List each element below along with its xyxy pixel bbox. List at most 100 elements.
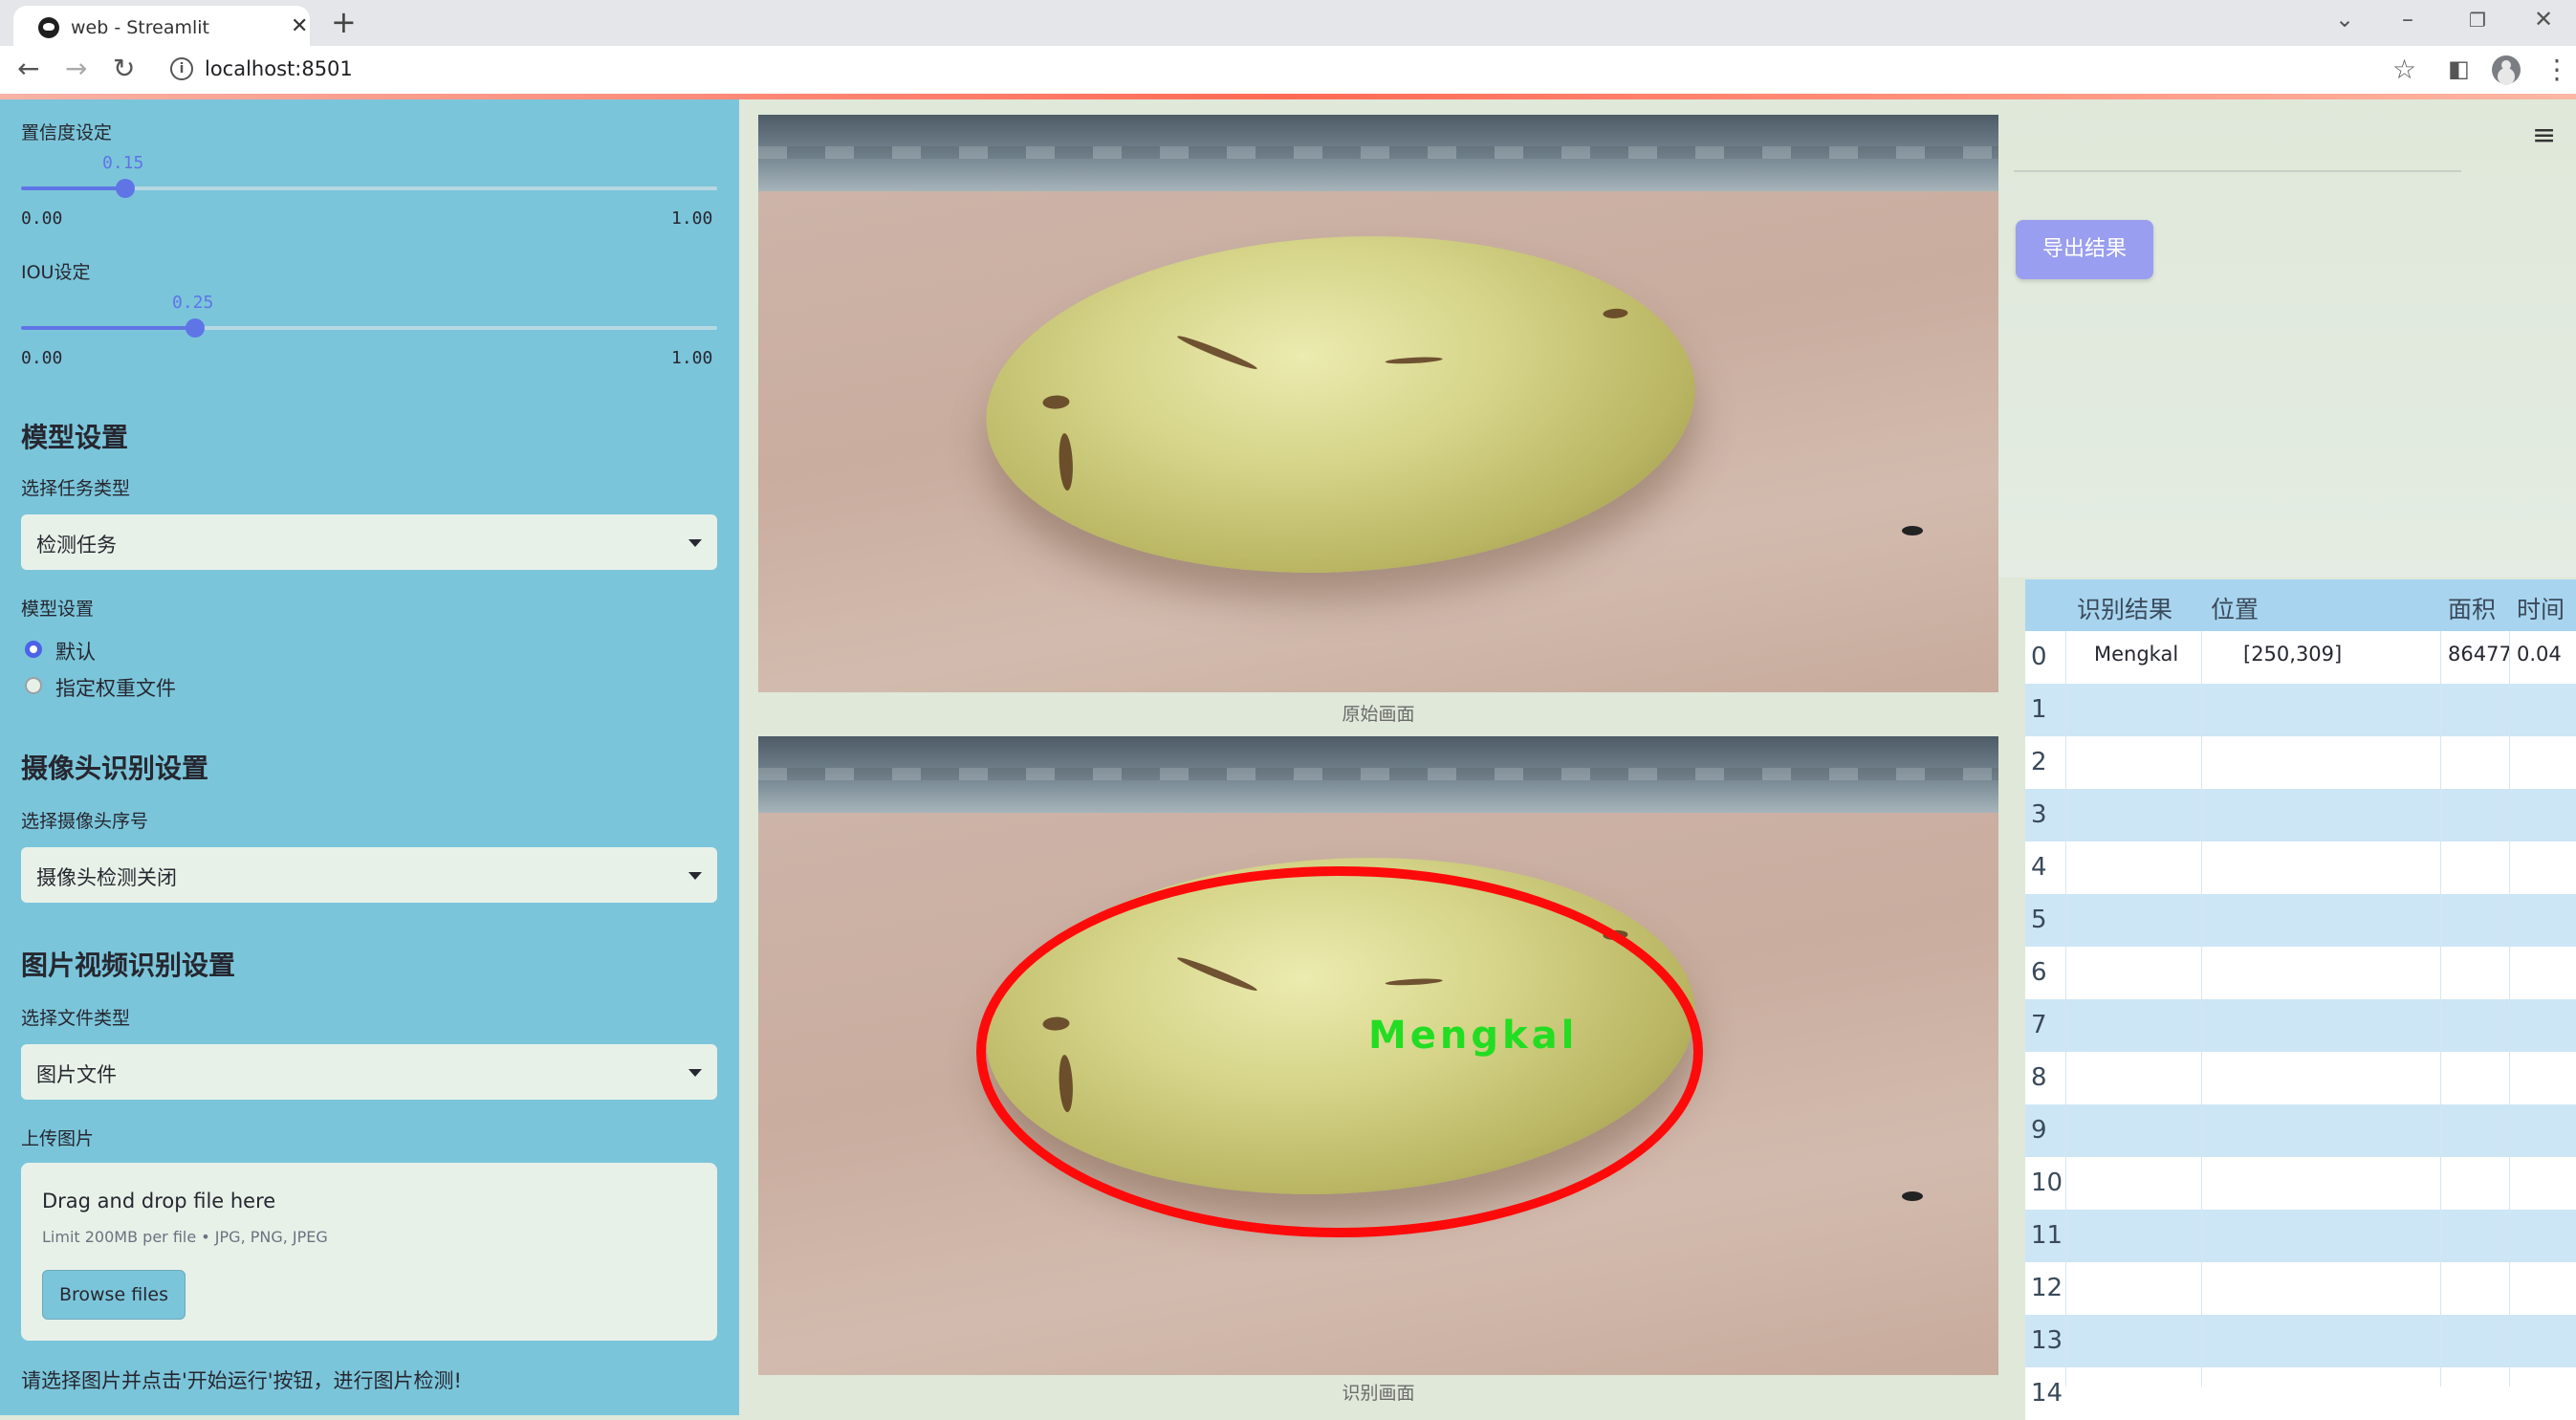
camera-section-heading: 摄像头识别设置 xyxy=(21,753,209,784)
result-image: Mengkal xyxy=(758,736,1998,1375)
row-index: 13 xyxy=(2031,1326,2063,1355)
radio-default[interactable] xyxy=(25,641,42,658)
camera-index-select[interactable]: 摄像头检测关闭 xyxy=(21,847,717,903)
browser-toolbar: ← → ↻ i localhost:8501 ☆ ◧ ⋮ xyxy=(0,46,2576,97)
table-row[interactable]: 7 xyxy=(2025,999,2576,1052)
row-index: 8 xyxy=(2031,1063,2047,1092)
browser-menu-icon[interactable]: ⋮ xyxy=(2543,54,2570,85)
tab-bar: web - Streamlit ✕ + ⌄ – ❐ ✕ xyxy=(0,0,2576,46)
table-row[interactable]: 9 xyxy=(2025,1104,2576,1157)
model-section-heading: 模型设置 xyxy=(21,422,129,453)
cell-time: 0.04 xyxy=(2517,643,2562,666)
row-index: 0 xyxy=(2031,643,2047,671)
table-row[interactable]: 13 xyxy=(2025,1315,2576,1367)
upload-label: 上传图片 xyxy=(21,1128,95,1149)
bookmark-star-icon[interactable]: ☆ xyxy=(2392,54,2416,85)
iou-slider[interactable] xyxy=(21,318,717,338)
task-type-select[interactable]: 检测任务 xyxy=(21,514,717,570)
row-index: 12 xyxy=(2031,1274,2063,1302)
table-row[interactable]: 10 xyxy=(2025,1157,2576,1210)
table-row[interactable]: 2 xyxy=(2025,736,2576,789)
camera-index-label: 选择摄像头序号 xyxy=(21,811,149,832)
row-index: 4 xyxy=(2031,853,2047,882)
table-row[interactable]: 6 xyxy=(2025,947,2576,999)
table-row[interactable]: 4 xyxy=(2025,841,2576,894)
side-panel-icon[interactable]: ◧ xyxy=(2448,55,2470,82)
confidence-slider[interactable] xyxy=(21,179,717,198)
table-row[interactable]: 1 xyxy=(2025,684,2576,736)
original-caption: 原始画面 xyxy=(1342,704,1415,725)
original-image xyxy=(758,115,1998,692)
row-index: 14 xyxy=(2031,1379,2063,1408)
forward-icon[interactable]: → xyxy=(65,53,87,84)
close-window-icon[interactable]: ✕ xyxy=(2534,6,2553,33)
restore-icon[interactable]: ❐ xyxy=(2469,9,2486,32)
table-row[interactable]: 12 xyxy=(2025,1262,2576,1315)
confidence-min: 0.00 xyxy=(21,208,63,229)
camera-index-value: 摄像头检测关闭 xyxy=(36,866,177,889)
chevron-down-icon xyxy=(688,872,702,880)
column-header-position[interactable]: 位置 xyxy=(2211,591,2259,625)
row-index: 6 xyxy=(2031,958,2047,987)
row-index: 11 xyxy=(2031,1221,2063,1250)
iou-slider-thumb[interactable] xyxy=(186,318,205,338)
row-index: 5 xyxy=(2031,906,2047,934)
table-row[interactable]: 5 xyxy=(2025,894,2576,947)
site-info-icon[interactable]: i xyxy=(170,57,193,80)
tab-title: web - Streamlit xyxy=(71,17,209,38)
table-row[interactable]: 11 xyxy=(2025,1210,2576,1262)
result-caption: 识别画面 xyxy=(1342,1383,1415,1404)
radio-default-label[interactable]: 默认 xyxy=(55,637,96,666)
detection-label: Mengkal xyxy=(1368,1014,1579,1058)
row-index: 9 xyxy=(2031,1116,2047,1145)
iou-value: 0.25 xyxy=(172,293,214,313)
reload-icon[interactable]: ↻ xyxy=(113,53,135,84)
file-type-select[interactable]: 图片文件 xyxy=(21,1044,717,1100)
new-tab-icon[interactable]: + xyxy=(331,4,357,40)
divider xyxy=(2014,170,2461,172)
column-header-time[interactable]: 时间 xyxy=(2517,591,2565,625)
table-row[interactable]: 8 xyxy=(2025,1052,2576,1104)
task-type-value: 检测任务 xyxy=(36,534,117,557)
radio-custom-weights-label[interactable]: 指定权重文件 xyxy=(55,673,176,702)
back-icon[interactable]: ← xyxy=(17,53,39,84)
minimize-icon[interactable]: – xyxy=(2402,6,2413,33)
row-index: 10 xyxy=(2031,1169,2063,1197)
confidence-value: 0.15 xyxy=(102,153,144,173)
streamlit-favicon-icon xyxy=(38,17,59,38)
chevron-down-icon xyxy=(688,539,702,547)
row-index: 3 xyxy=(2031,800,2047,829)
table-row[interactable]: 0 Mengkal [250,309] 86477 0.04 xyxy=(2025,631,2576,684)
row-index: 1 xyxy=(2031,695,2047,724)
iou-slider-fill xyxy=(21,326,195,330)
task-type-label: 选择任务类型 xyxy=(21,478,131,499)
cell-result: Mengkal xyxy=(2094,643,2179,666)
iou-max: 1.00 xyxy=(671,348,713,368)
detection-outline xyxy=(976,866,1703,1237)
tab-search-icon[interactable]: ⌄ xyxy=(2335,6,2354,33)
close-tab-icon[interactable]: ✕ xyxy=(291,14,308,38)
browser-tab[interactable]: web - Streamlit ✕ xyxy=(13,6,310,46)
dropzone-title: Drag and drop file here xyxy=(42,1190,276,1212)
confidence-slider-fill xyxy=(21,186,126,190)
iou-min: 0.00 xyxy=(21,348,63,368)
browse-files-button[interactable]: Browse files xyxy=(42,1270,186,1320)
file-type-value: 图片文件 xyxy=(36,1063,117,1086)
export-results-button[interactable]: 导出结果 xyxy=(2016,220,2153,279)
hamburger-menu-icon[interactable]: ≡ xyxy=(2532,119,2556,152)
table-row[interactable]: 14 xyxy=(2025,1367,2576,1420)
address-bar[interactable]: localhost:8501 xyxy=(205,57,353,80)
profile-avatar-icon[interactable] xyxy=(2492,55,2521,84)
radio-custom-weights[interactable] xyxy=(25,677,42,694)
column-header-result[interactable]: 识别结果 xyxy=(2077,591,2172,625)
column-header-area[interactable]: 面积 xyxy=(2448,591,2496,625)
file-dropzone[interactable]: Drag and drop file here Limit 200MB per … xyxy=(21,1163,717,1341)
table-header: 识别结果 位置 面积 时间 xyxy=(2025,579,2576,631)
confidence-slider-thumb[interactable] xyxy=(116,179,136,198)
file-type-label: 选择文件类型 xyxy=(21,1008,131,1029)
row-index: 7 xyxy=(2031,1011,2047,1039)
iou-label: IOU设定 xyxy=(21,262,91,283)
table-row[interactable]: 3 xyxy=(2025,789,2576,841)
media-section-heading: 图片视频识别设置 xyxy=(21,950,236,981)
row-index: 2 xyxy=(2031,748,2047,776)
